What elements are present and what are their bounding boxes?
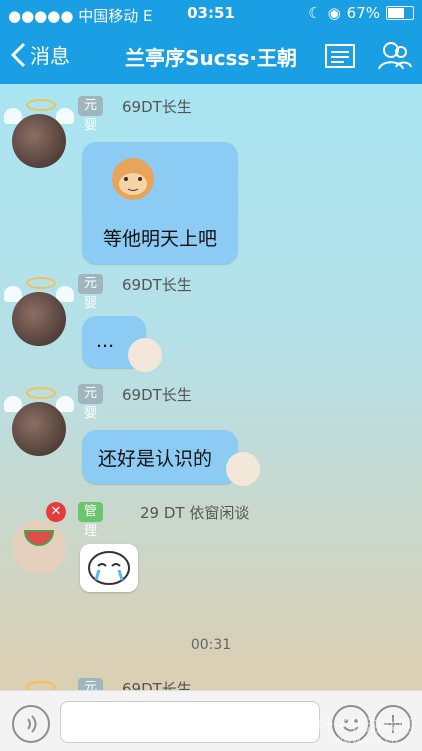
avatar[interactable]: [12, 402, 66, 456]
sender-name: 29 DT 依窗闲谈: [140, 504, 250, 522]
avatar[interactable]: [12, 114, 66, 168]
input-bar: 叶子猪游戏网 www.yzz.cn: [0, 690, 422, 751]
watermark-line1: 叶子猪游戏网: [317, 716, 414, 735]
bubble-decoration-icon: [226, 452, 260, 486]
back-label: 消息: [30, 44, 70, 68]
status-x-icon: ✕: [46, 502, 66, 522]
sender-name: 69DT长生: [122, 276, 192, 294]
rank-badge: 管理员: [78, 502, 104, 559]
rank-badge: 元婴: [78, 384, 104, 421]
chat-area[interactable]: 元婴 69DT长生 等他明天上吧 元婴 69DT长生 ... 元婴 69DT长生…: [0, 84, 422, 690]
message-bubble[interactable]: 等他明天上吧: [82, 142, 238, 264]
watermelon-icon: [24, 530, 54, 546]
contacts-icon: [378, 42, 412, 70]
watermark: 叶子猪游戏网 www.yzz.cn: [317, 716, 414, 746]
bubble-decoration-icon: [128, 338, 162, 372]
rank-badge: 元婴: [78, 678, 104, 690]
status-bar: ●●●●● 中国移动 E 03:51 ☾ ◉ 67%: [0, 0, 422, 28]
contacts-button[interactable]: [376, 40, 412, 72]
sender-name: 69DT长生: [122, 386, 192, 404]
rank-badge: 元婴: [78, 274, 104, 311]
message-bubble[interactable]: 还好是认识的: [82, 430, 238, 484]
avatar[interactable]: [12, 520, 66, 574]
nav-bar: 消息 兰亭序Sucss·王朝: [0, 28, 422, 84]
message-input[interactable]: [60, 701, 320, 743]
halo-icon: [26, 99, 56, 111]
lock-rotation-icon: ◉: [327, 4, 341, 22]
chat-title: 兰亭序Sucss·王朝: [125, 46, 297, 70]
battery-fill: [388, 8, 405, 18]
monkey-sticker-icon: [112, 158, 154, 200]
battery-percent: 67%: [346, 4, 380, 22]
watermark-line2: www.yzz.cn: [333, 733, 399, 746]
message-text: 还好是认识的: [98, 448, 213, 470]
crying-sticker-icon: [88, 551, 130, 585]
halo-icon: [26, 277, 56, 289]
sticker-message[interactable]: [80, 544, 138, 592]
sender-name: 69DT长生: [122, 680, 192, 690]
back-button[interactable]: 消息: [10, 40, 70, 69]
back-chevron-icon: [10, 42, 26, 67]
halo-icon: [26, 681, 56, 690]
moon-icon: ☾: [308, 4, 322, 22]
avatar[interactable]: [12, 292, 66, 346]
message-text: ...: [96, 330, 115, 352]
message-text: 等他明天上吧: [102, 228, 217, 250]
halo-icon: [26, 387, 56, 399]
voice-icon: [27, 715, 37, 733]
message-timestamp: 00:31: [190, 637, 232, 653]
status-right: ☾ ◉ 67%: [308, 4, 414, 22]
voice-button[interactable]: [12, 705, 50, 743]
group-info-button[interactable]: [324, 40, 356, 72]
sender-name: 69DT长生: [122, 98, 192, 116]
battery-icon: [386, 6, 414, 20]
rank-badge: 元婴: [78, 96, 104, 133]
group-info-icon: [325, 44, 355, 68]
